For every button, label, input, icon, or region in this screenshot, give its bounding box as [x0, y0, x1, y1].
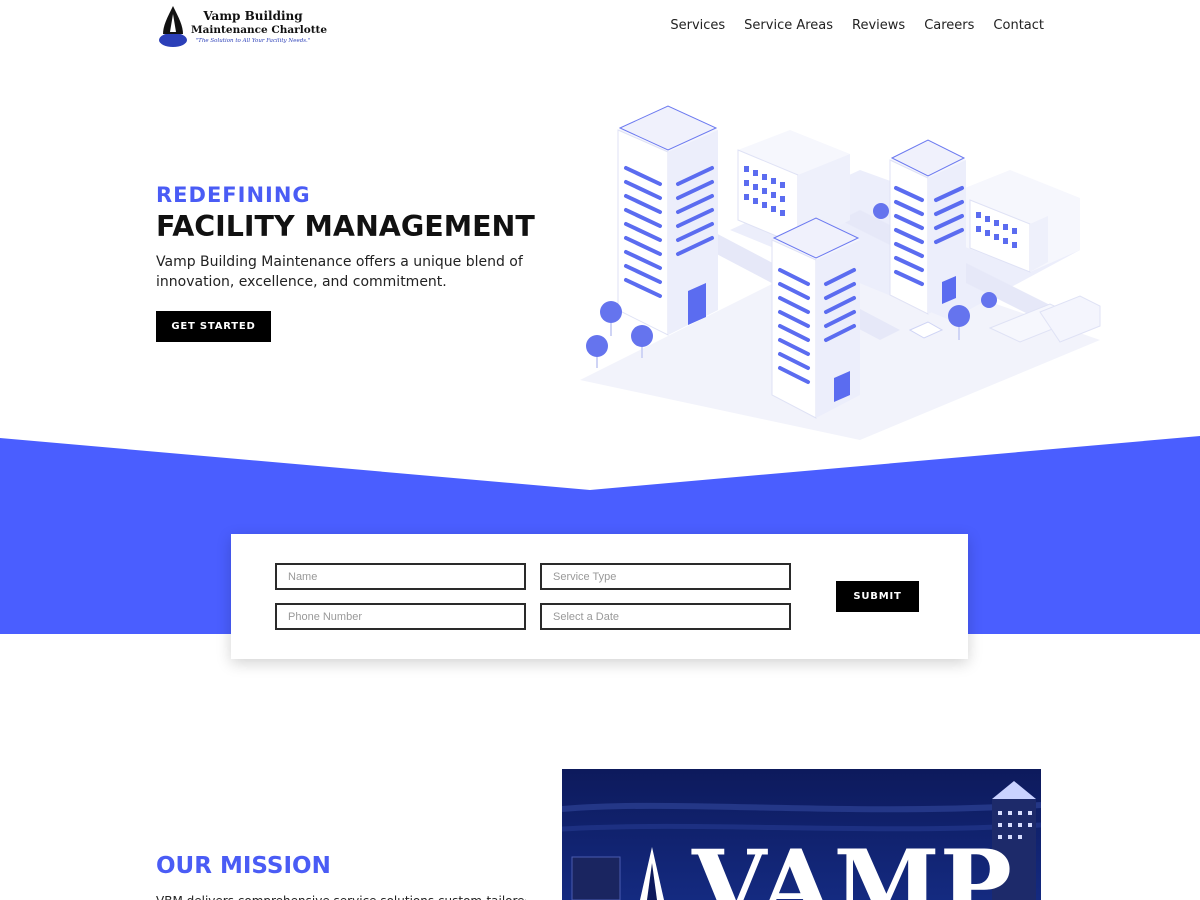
date-picker-field[interactable]: Select a Date	[540, 603, 791, 630]
nav-careers[interactable]: Careers	[924, 18, 974, 33]
name-field[interactable]: Name	[275, 563, 526, 590]
service-type-field[interactable]: Service Type	[540, 563, 791, 590]
hero-kicker: REDEFINING	[156, 183, 311, 207]
phone-number-field[interactable]: Phone Number	[275, 603, 526, 630]
hero-title: FACILITY MANAGEMENT	[156, 210, 535, 243]
site-header: Vamp Building Maintenance Charlotte "The…	[0, 0, 1200, 56]
nav-services[interactable]: Services	[670, 18, 725, 33]
vamp-city-skyline-image: VAMP	[562, 769, 1041, 900]
vamp-image-text: VAMP	[691, 829, 1012, 900]
logo-icon	[159, 6, 187, 47]
site-logo[interactable]: Vamp Building Maintenance Charlotte "The…	[157, 4, 328, 50]
submit-button[interactable]: SUBMIT	[836, 581, 919, 612]
hero-description: Vamp Building Maintenance offers a uniqu…	[156, 254, 523, 290]
nav-service-areas[interactable]: Service Areas	[744, 18, 833, 33]
nav-reviews[interactable]: Reviews	[852, 18, 905, 33]
quote-form: Name Service Type Phone Number Select a …	[231, 534, 968, 659]
get-started-button[interactable]: GET STARTED	[156, 311, 271, 342]
mission-text: VBM delivers comprehensive service solut…	[156, 892, 526, 900]
logo-line1: Vamp Building	[203, 9, 303, 23]
logo-tagline: "The Solution to All Your Facility Needs…	[195, 38, 311, 44]
nav-contact[interactable]: Contact	[993, 18, 1044, 33]
main-nav: Services Service Areas Reviews Careers C…	[670, 18, 1044, 33]
logo-line2: Maintenance Charlotte	[191, 24, 328, 36]
mission-title: OUR MISSION	[156, 853, 331, 879]
city-buildings-illustration	[580, 105, 1101, 440]
